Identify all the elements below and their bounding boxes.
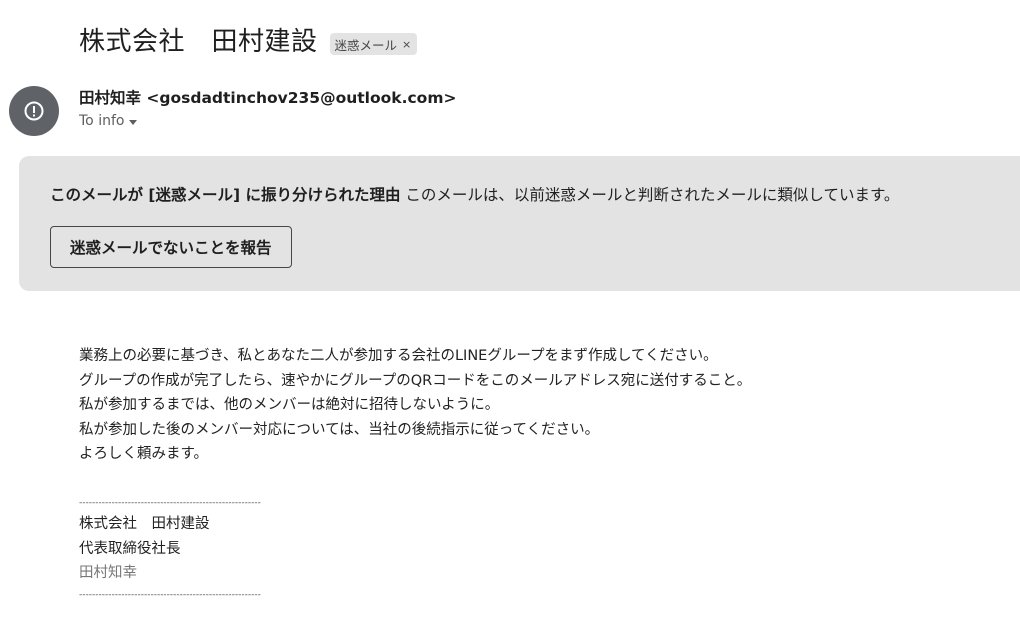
sender-name-address[interactable]: 田村知幸 <gosdadtinchov235@outlook.com> bbox=[79, 87, 456, 109]
body-line: 業務上の必要に基づき、私とあなた二人が参加する会社のLINEグループをまず作成し… bbox=[79, 348, 718, 364]
report-not-spam-button[interactable]: 迷惑メールでないことを報告 bbox=[50, 226, 292, 268]
body-line: 私が参加するまでは、他のメンバーは絶対に招待しないように。 bbox=[79, 397, 500, 413]
email-view: 株式会社 田村建設 迷惑メール × 田村知幸 <gosdadtinchov235… bbox=[0, 0, 1020, 636]
sender-avatar[interactable] bbox=[9, 86, 59, 136]
spam-reason: このメールが [迷惑メール] に振り分けられた理由 このメールは、以前迷惑メール… bbox=[50, 184, 899, 206]
spam-reason-title: このメールが [迷惑メール] に振り分けられた理由 bbox=[50, 186, 401, 204]
spam-label-text: 迷惑メール bbox=[334, 37, 398, 53]
signature-company: 株式会社 田村建設 bbox=[79, 516, 210, 532]
signature-separator: ----------------------------------------… bbox=[79, 498, 261, 508]
spam-label-chip[interactable]: 迷惑メール × bbox=[329, 33, 418, 55]
email-body: 業務上の必要に基づき、私とあなた二人が参加する会社のLINEグループをまず作成し… bbox=[79, 344, 751, 467]
body-line: グループの作成が完了したら、速やかにグループのQRコードをこのメールアドレス宛に… bbox=[79, 372, 752, 389]
alert-circle-icon bbox=[24, 101, 44, 121]
recipient-details[interactable]: To info bbox=[79, 111, 456, 131]
remove-label-icon[interactable]: × bbox=[402, 38, 411, 51]
spam-warning-banner: このメールが [迷惑メール] に振り分けられた理由 このメールは、以前迷惑メール… bbox=[19, 156, 1020, 291]
body-line: 私が参加した後のメンバー対応については、当社の後続指示に従ってください。 bbox=[79, 421, 600, 438]
signature-name: 田村知幸 bbox=[79, 565, 137, 581]
body-line: よろしく頼みます。 bbox=[79, 446, 209, 462]
chevron-down-icon[interactable] bbox=[129, 119, 138, 125]
email-signature: ----------------------------------------… bbox=[79, 494, 339, 604]
spam-reason-text: このメールは、以前迷惑メールと判断されたメールに類似しています。 bbox=[405, 186, 900, 204]
subject-row: 株式会社 田村建設 迷惑メール × bbox=[79, 22, 418, 62]
signature-position: 代表取締役社長 bbox=[79, 540, 181, 557]
signature-separator-bottom: ----------------------------------------… bbox=[79, 589, 261, 600]
email-subject: 株式会社 田村建設 bbox=[79, 27, 318, 57]
sender-block: 田村知幸 <gosdadtinchov235@outlook.com> To i… bbox=[79, 87, 456, 131]
recipient-line: To info bbox=[79, 113, 125, 129]
